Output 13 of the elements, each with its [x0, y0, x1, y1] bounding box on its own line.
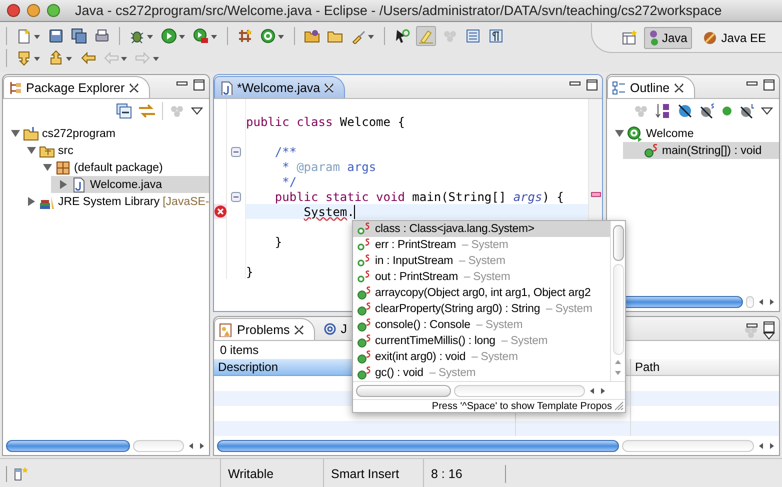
code-line: * @param args	[281, 160, 376, 174]
code-line: /**	[274, 144, 297, 158]
code-line: }	[246, 264, 254, 278]
code-line: }	[274, 234, 282, 248]
status-field: Writable	[220, 459, 323, 487]
code-line: */	[281, 174, 297, 188]
status-field: Smart Insert	[323, 459, 423, 487]
code-line: public class Welcome {	[246, 114, 405, 128]
code-line: System.	[302, 204, 354, 218]
item-count: 0 items	[220, 343, 259, 357]
hint-text: Press '^Space' to show Template Propos	[432, 400, 612, 412]
code-line: public static void main(String[] args) {	[274, 190, 564, 204]
window-title: Java - cs272program/src/Welcome.java - Eclipse - /Users/administrator/DATA/svn/teaching/cs272workspace	[75, 3, 722, 18]
